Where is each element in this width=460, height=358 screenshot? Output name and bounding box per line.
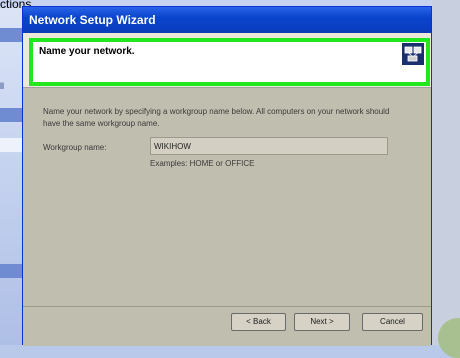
page-title: Name your network. [39,46,135,57]
workgroup-name-label: Workgroup name: [43,143,107,152]
wizard-header: Name your network. [29,38,430,86]
network-computers-icon [402,43,424,65]
background-pane-text: ll [0,81,4,91]
back-button[interactable]: < Back [231,313,286,331]
workgroup-examples-hint: Examples: HOME or OFFICE [150,159,255,168]
wizard-body: Name your network by specifying a workgr… [23,88,431,306]
next-button[interactable]: Next > [294,313,350,331]
title-bar[interactable]: Network Setup Wizard [23,7,431,33]
workgroup-name-input[interactable] [150,137,388,155]
window-title: Network Setup Wizard [29,13,156,27]
network-setup-wizard-window: Network Setup Wizard Name your network. … [22,6,432,346]
background-right-edge [432,0,460,345]
cancel-button[interactable]: Cancel [362,313,423,331]
instructions-text: Name your network by specifying a workgr… [43,107,390,128]
